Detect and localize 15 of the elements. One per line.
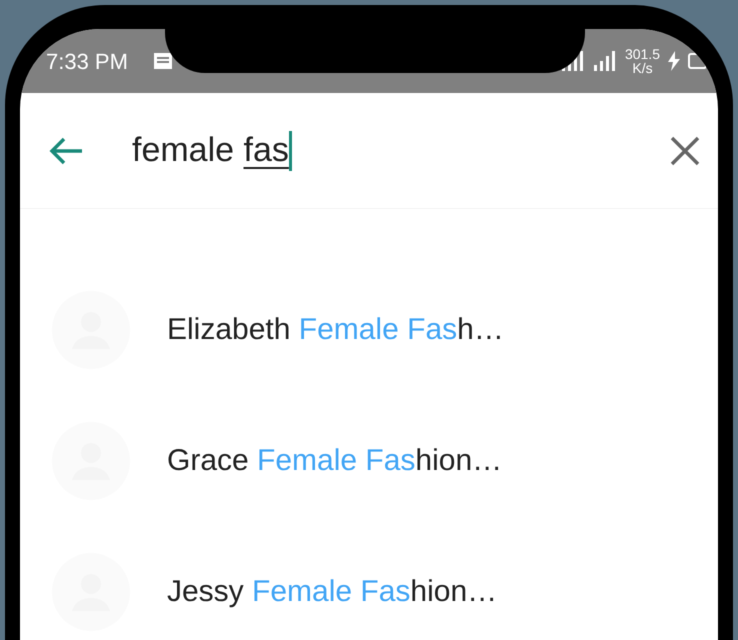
signal-icon xyxy=(592,51,617,71)
battery-icon xyxy=(688,52,706,70)
text-cursor xyxy=(288,130,292,170)
notification-icon xyxy=(152,51,174,71)
result-name[interactable]: Grace Female Fashion… xyxy=(167,438,502,483)
search-field[interactable]: female fas xyxy=(132,125,292,176)
result-name[interactable]: Elizabeth Female Fash… xyxy=(167,307,504,352)
net-speed: 301.5 xyxy=(624,47,660,61)
signal-icon xyxy=(560,51,585,71)
back-icon[interactable] xyxy=(48,136,84,166)
net-unit: K/s xyxy=(631,61,654,75)
status-time: 7:33 PM xyxy=(46,48,128,76)
result-name[interactable]: Jessy Female Fashion… xyxy=(167,569,498,614)
close-icon[interactable] xyxy=(670,136,700,166)
charging-icon xyxy=(668,51,680,71)
